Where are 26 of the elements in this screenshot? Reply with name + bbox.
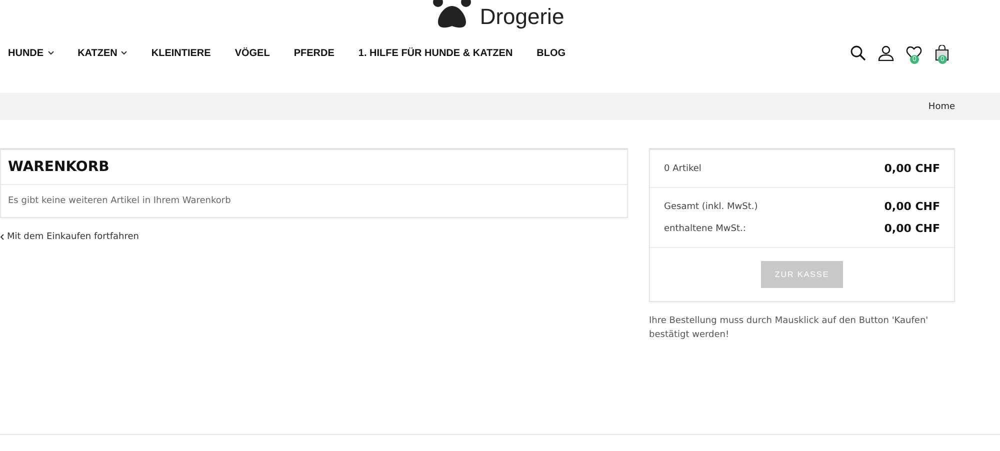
breadcrumb-link[interactable]: Home [928,102,955,112]
subtotal-value: 0,00 CHF [884,162,940,175]
continue-shopping-link[interactable]: Mit dem Einkaufen fortfahren [0,232,628,242]
total-label: enthaltene MwSt.: [664,224,746,234]
cart-title: WARENKORB [8,159,110,175]
account-button[interactable] [877,44,894,62]
order-confirmation-note: Ihre Bestellung muss durch Mausklick auf den Button 'Kaufen' bestätigt werden! [649,315,930,342]
user-icon [878,45,894,61]
search-button[interactable] [849,44,866,62]
chevron-left-icon [0,234,4,240]
nav-link[interactable]: KLEINTIERE [151,48,211,58]
nav-link[interactable]: VÖGEL [234,48,270,58]
search-icon [850,45,866,61]
nav-link[interactable]: PFERDE [294,48,334,58]
chevron-down-icon [48,51,54,55]
chevron-down-icon [121,51,128,55]
total-value: 0,00 CHF [884,222,940,235]
nav-link[interactable]: HUNDE [8,48,54,58]
item-count-label: 0 Artikel [664,164,702,174]
nav-link[interactable]: KATZEN [78,48,128,58]
empty-cart-message: Es gibt keine weiteren Artikel in Ihrem Warenkorb [7,195,232,208]
total-value: 0,00 CHF [884,200,940,213]
logo-text[interactable]: Drogerie [480,6,564,28]
total-label: Gesamt (inkl. MwSt.) [664,202,758,212]
nav-link[interactable]: BLOG [536,48,566,58]
nav-link[interactable]: 1. HILFE FÜR HUNDE & KATZEN [358,48,513,58]
